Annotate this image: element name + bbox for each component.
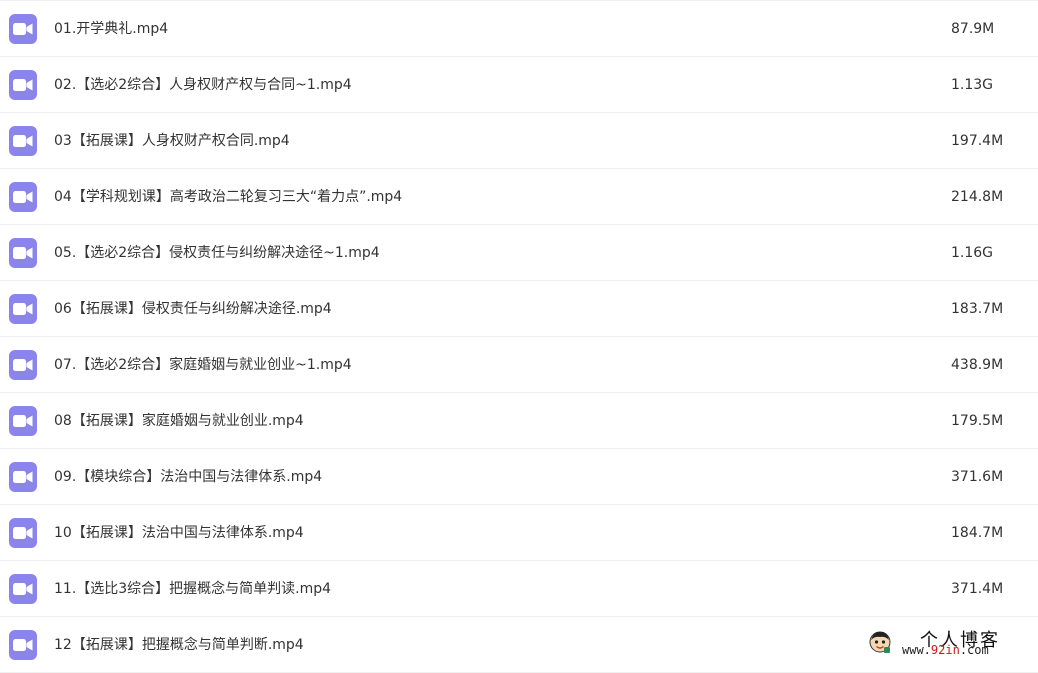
file-size: 87.9M <box>951 21 995 37</box>
file-name[interactable]: 04【学科规划课】高考政治二轮复习三大“着力点”.mp4 <box>54 169 402 225</box>
blog-watermark: 个人博客 www.92in.com <box>866 626 1036 662</box>
cartoon-avatar-icon <box>868 630 892 654</box>
file-row-11[interactable]: 11.【选比3综合】把握概念与简单判读.mp4 371.4M <box>0 561 1038 617</box>
video-icon <box>9 238 37 268</box>
file-name[interactable]: 06【拓展课】侵权责任与纠纷解决途径.mp4 <box>54 281 332 337</box>
file-row-06[interactable]: 06【拓展课】侵权责任与纠纷解决途径.mp4 183.7M <box>0 281 1038 337</box>
watermark-url-suffix: .com <box>959 643 989 657</box>
file-row-04[interactable]: 04【学科规划课】高考政治二轮复习三大“着力点”.mp4 214.8M <box>0 169 1038 225</box>
file-size: 371.6M <box>951 469 1004 485</box>
file-size: 183.7M <box>951 301 1004 317</box>
file-size: 438.9M <box>951 357 1004 373</box>
file-name[interactable]: 03【拓展课】人身权财产权合同.mp4 <box>54 113 290 169</box>
file-row-07[interactable]: 07.【选必2综合】家庭婚姻与就业创业~1.mp4 438.9M <box>0 337 1038 393</box>
video-icon <box>9 70 37 100</box>
file-name[interactable]: 11.【选比3综合】把握概念与简单判读.mp4 <box>54 561 331 617</box>
video-icon <box>9 630 37 660</box>
watermark-url-accent: 92in <box>930 643 960 657</box>
file-name[interactable]: 10【拓展课】法治中国与法律体系.mp4 <box>54 505 304 561</box>
file-row-08[interactable]: 08【拓展课】家庭婚姻与就业创业.mp4 179.5M <box>0 393 1038 449</box>
file-row-02[interactable]: 02.【选必2综合】人身权财产权与合同~1.mp4 1.13G <box>0 57 1038 113</box>
file-row-05[interactable]: 05.【选必2综合】侵权责任与纠纷解决途径~1.mp4 1.16G <box>0 225 1038 281</box>
file-name[interactable]: 07.【选必2综合】家庭婚姻与就业创业~1.mp4 <box>54 337 352 393</box>
video-icon <box>9 182 37 212</box>
watermark-url: www.92in.com <box>902 643 989 657</box>
file-size: 179.5M <box>951 413 1004 429</box>
video-icon <box>9 14 37 44</box>
file-size: 1.13G <box>951 77 994 93</box>
file-name[interactable]: 09.【模块综合】法治中国与法律体系.mp4 <box>54 449 322 505</box>
file-name[interactable]: 01.开学典礼.mp4 <box>54 1 168 57</box>
video-icon <box>9 294 37 324</box>
file-size: 371.4M <box>951 581 1004 597</box>
file-name[interactable]: 05.【选必2综合】侵权责任与纠纷解决途径~1.mp4 <box>54 225 380 281</box>
video-icon <box>9 126 37 156</box>
file-name[interactable]: 02.【选必2综合】人身权财产权与合同~1.mp4 <box>54 57 352 113</box>
file-size: 184.7M <box>951 525 1004 541</box>
file-row-03[interactable]: 03【拓展课】人身权财产权合同.mp4 197.4M <box>0 113 1038 169</box>
file-row-10[interactable]: 10【拓展课】法治中国与法律体系.mp4 184.7M <box>0 505 1038 561</box>
file-row-09[interactable]: 09.【模块综合】法治中国与法律体系.mp4 371.6M <box>0 449 1038 505</box>
file-name[interactable]: 08【拓展课】家庭婚姻与就业创业.mp4 <box>54 393 304 449</box>
file-size: 197.4M <box>951 133 1004 149</box>
file-list: 01.开学典礼.mp4 87.9M 02.【选必2综合】人身权财产权与合同~1.… <box>0 0 1038 673</box>
video-icon <box>9 350 37 380</box>
video-icon <box>9 406 37 436</box>
video-icon <box>9 518 37 548</box>
video-icon <box>9 462 37 492</box>
file-size: 214.8M <box>951 189 1004 205</box>
watermark-url-prefix: www. <box>902 643 931 657</box>
file-row-01[interactable]: 01.开学典礼.mp4 87.9M <box>0 1 1038 57</box>
file-size: 1.16G <box>951 245 994 261</box>
video-icon <box>9 574 37 604</box>
